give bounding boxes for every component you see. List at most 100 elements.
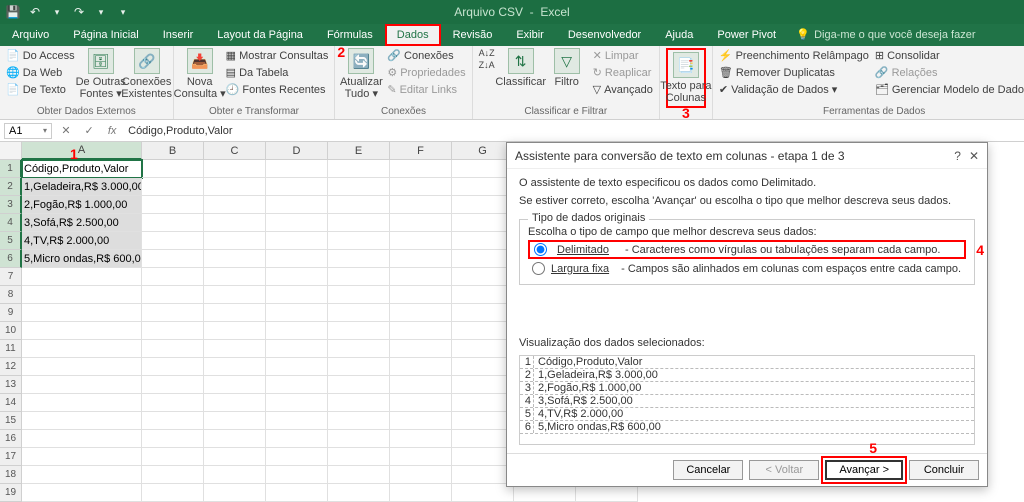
cancel-button[interactable]: Cancelar [673,460,743,480]
cell[interactable] [328,340,390,358]
tab-arquivo[interactable]: Arquivo [0,24,61,46]
cell[interactable] [204,232,266,250]
radio-delimitado-row[interactable]: Delimitado - Caracteres como vírgulas ou… [528,240,966,259]
cell[interactable]: 1,Geladeira,R$ 3.000,00 [22,178,142,196]
atualizar-tudo-button[interactable]: 🔄Atualizar Tudo ▾ [341,48,381,100]
cell[interactable] [390,304,452,322]
cell[interactable] [22,412,142,430]
row-header[interactable]: 4 [0,214,22,232]
cell[interactable] [328,304,390,322]
cell[interactable] [22,268,142,286]
row-header[interactable]: 16 [0,430,22,448]
cell[interactable] [328,448,390,466]
cell[interactable] [328,160,390,178]
row-header[interactable]: 7 [0,268,22,286]
cell[interactable] [22,394,142,412]
redo-dropdown-icon[interactable]: ▾ [92,3,110,21]
classificar-button[interactable]: ⇅Classificar [501,48,541,88]
finish-button[interactable]: Concluir [909,460,979,480]
cell[interactable] [22,340,142,358]
preview-box[interactable]: 1Código,Produto,Valor21,Geladeira,R$ 3.0… [519,355,975,445]
relacoes-button[interactable]: 🔗 Relações [875,65,1024,81]
reaplicar-button[interactable]: ↻ Reaplicar [593,65,653,81]
row-header[interactable]: 6 [0,250,22,268]
cell[interactable] [328,322,390,340]
cell[interactable] [266,178,328,196]
cell[interactable] [390,340,452,358]
cell[interactable] [142,160,204,178]
cell[interactable] [142,178,204,196]
column-header-A[interactable]: A [22,142,142,160]
name-box-dropdown-icon[interactable]: ▾ [43,126,47,135]
cell[interactable] [204,250,266,268]
conexoes-existentes-button[interactable]: 🔗Conexões Existentes [127,48,167,100]
cell[interactable] [452,448,514,466]
cell[interactable] [142,412,204,430]
cell[interactable] [204,268,266,286]
cell[interactable] [266,394,328,412]
cell[interactable] [452,322,514,340]
cell[interactable] [390,394,452,412]
cell[interactable] [328,430,390,448]
cell[interactable] [390,214,452,232]
fx-icon[interactable]: fx [102,125,122,137]
cell[interactable] [390,250,452,268]
cell[interactable] [142,466,204,484]
cell[interactable] [266,484,328,502]
tab-formulas[interactable]: Fórmulas [315,24,385,46]
row-header[interactable]: 18 [0,466,22,484]
text-button[interactable]: 📄 De Texto [6,82,75,98]
back-button[interactable]: < Voltar [749,460,819,480]
cell[interactable]: 3,Sofá,R$ 2.500,00 [22,214,142,232]
cell[interactable] [390,412,452,430]
cell[interactable] [22,484,142,502]
cell[interactable] [266,232,328,250]
row-header[interactable]: 5 [0,232,22,250]
cell[interactable] [142,322,204,340]
radio-largura[interactable] [532,262,545,275]
cell[interactable] [266,160,328,178]
column-header-C[interactable]: C [204,142,266,160]
cell[interactable] [266,430,328,448]
tab-desenvolvedor[interactable]: Desenvolvedor [556,24,653,46]
cell[interactable] [204,196,266,214]
conexoes-button[interactable]: 🔗 Conexões [387,48,465,64]
cell[interactable] [204,178,266,196]
tab-ajuda[interactable]: Ajuda [653,24,705,46]
cell[interactable] [266,376,328,394]
name-box[interactable]: A1 ▾ [4,123,52,139]
cell[interactable] [142,214,204,232]
column-header-E[interactable]: E [328,142,390,160]
cell[interactable] [266,322,328,340]
cell[interactable] [390,484,452,502]
row-header[interactable]: 11 [0,340,22,358]
cell[interactable] [390,160,452,178]
row-header[interactable]: 14 [0,394,22,412]
row-header[interactable]: 8 [0,286,22,304]
cell[interactable] [452,340,514,358]
cell[interactable] [204,376,266,394]
cell[interactable] [452,430,514,448]
dialog-titlebar[interactable]: Assistente para conversão de texto em co… [507,143,987,169]
cell[interactable] [204,394,266,412]
cell[interactable] [452,358,514,376]
cell[interactable] [142,484,204,502]
cell[interactable] [142,394,204,412]
mostrar-consultas-button[interactable]: ▦ Mostrar Consultas [226,48,329,64]
editar-links-button[interactable]: ✎ Editar Links [387,82,465,98]
tell-me-box[interactable]: 💡 Diga-me o que você deseja fazer [796,24,975,46]
cell[interactable] [328,268,390,286]
cell[interactable] [390,268,452,286]
cell[interactable] [22,304,142,322]
cell[interactable] [142,304,204,322]
cell[interactable] [452,484,514,502]
radio-delimitado[interactable] [534,243,547,256]
cell[interactable] [22,430,142,448]
cell[interactable] [328,250,390,268]
cell[interactable] [452,250,514,268]
cell[interactable] [22,448,142,466]
tab-layout[interactable]: Layout da Página [205,24,315,46]
cell[interactable] [452,304,514,322]
column-header-B[interactable]: B [142,142,204,160]
data-validation-button[interactable]: ✔ Validação de Dados ▾ [719,82,869,98]
